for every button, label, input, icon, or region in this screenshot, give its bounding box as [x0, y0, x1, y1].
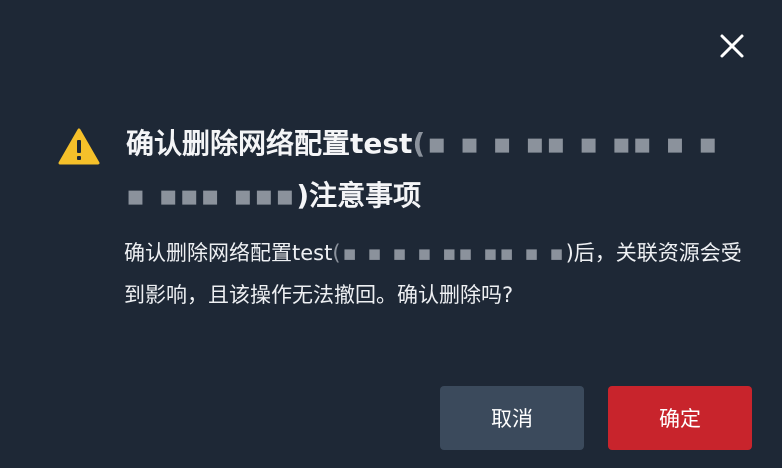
close-button[interactable]	[716, 30, 748, 62]
title-suffix: )注意事项	[296, 179, 422, 212]
dialog-title: 确认删除网络配置test(▪ ▪ ▪ ▪▪ ▪ ▪▪ ▪ ▪ ▪ ▪▪▪ ▪▪▪…	[126, 118, 726, 222]
message-prefix: 确认删除网络配置test	[124, 241, 333, 265]
warning-icon	[58, 128, 100, 165]
message-redacted-text: (▪ ▪ ▪ ▪ ▪▪ ▪▪ ▪ ▪	[332, 241, 566, 265]
dialog-header: 确认删除网络配置test(▪ ▪ ▪ ▪▪ ▪ ▪▪ ▪ ▪ ▪ ▪▪▪ ▪▪▪…	[58, 118, 738, 222]
dialog-message: 确认删除网络配置test(▪ ▪ ▪ ▪ ▪▪ ▪▪ ▪ ▪)后，关联资源会受到…	[124, 232, 744, 316]
cancel-button[interactable]: 取消	[440, 386, 584, 450]
close-icon	[720, 34, 744, 58]
title-prefix: 确认删除网络配置test	[126, 127, 413, 160]
delete-confirm-dialog: 确认删除网络配置test(▪ ▪ ▪ ▪▪ ▪ ▪▪ ▪ ▪ ▪ ▪▪▪ ▪▪▪…	[0, 0, 782, 468]
confirm-button[interactable]: 确定	[608, 386, 752, 450]
